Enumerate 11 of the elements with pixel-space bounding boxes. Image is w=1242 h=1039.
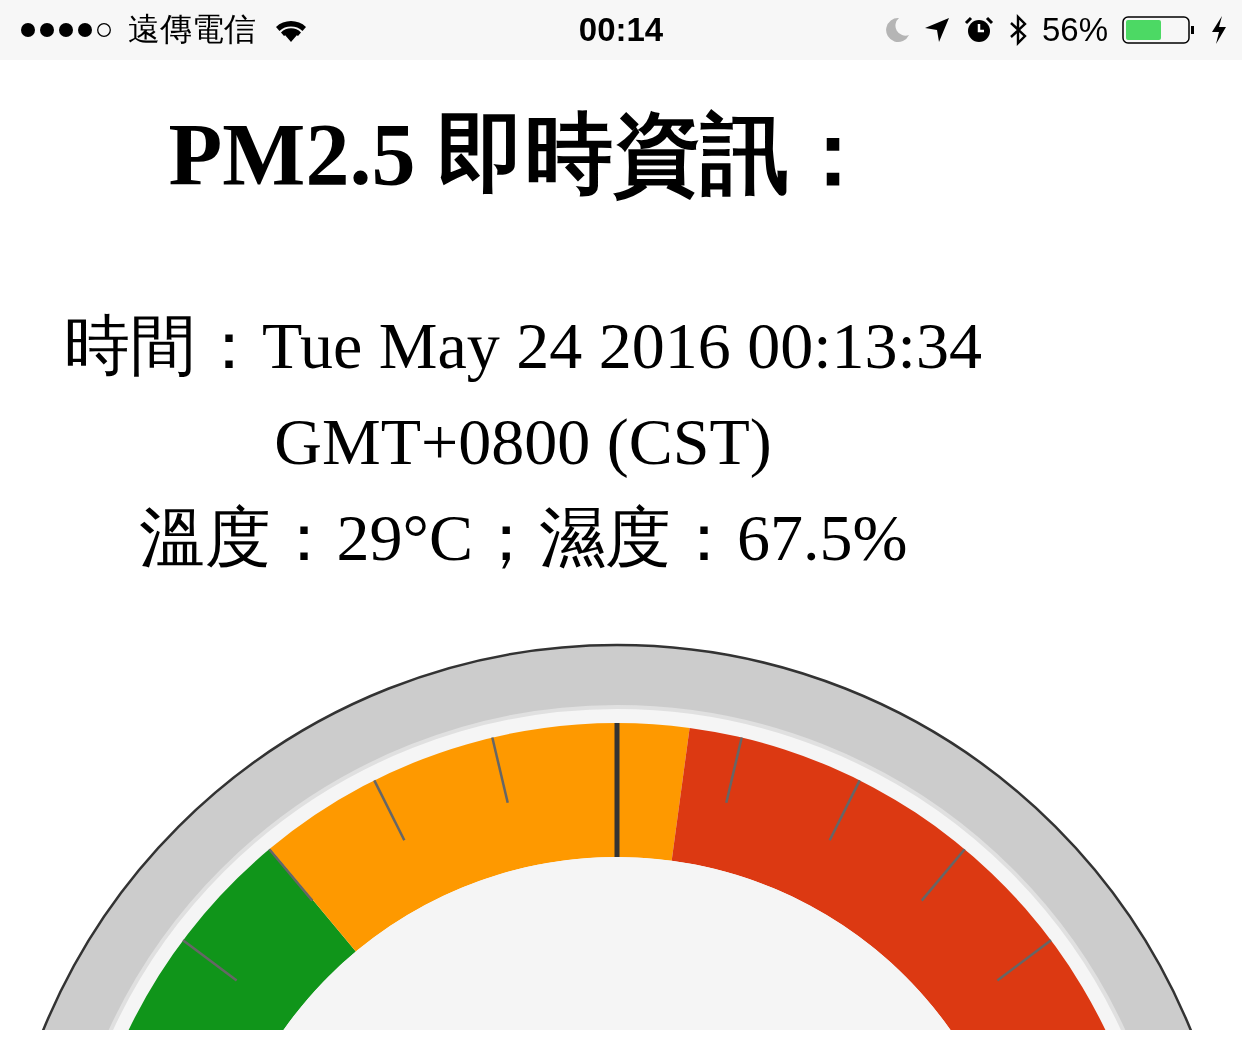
alarm-clock-icon xyxy=(963,16,994,44)
time-text: 時間：Tue May 24 2016 00:13:34 GMT+0800 (CST) xyxy=(63,308,983,480)
carrier-name: 遠傳電信 xyxy=(128,9,256,50)
charging-bolt-icon xyxy=(1210,15,1228,45)
battery-icon xyxy=(1122,15,1196,45)
battery-percentage: 56% xyxy=(1041,11,1108,49)
page-title: PM2.5 即時資訊： xyxy=(167,105,879,205)
clock: 00:14 xyxy=(577,11,665,49)
location-arrow-icon xyxy=(923,17,950,43)
moon-icon xyxy=(883,17,910,43)
weather-text: 溫度：29°C；濕度：67.5% xyxy=(137,500,909,576)
